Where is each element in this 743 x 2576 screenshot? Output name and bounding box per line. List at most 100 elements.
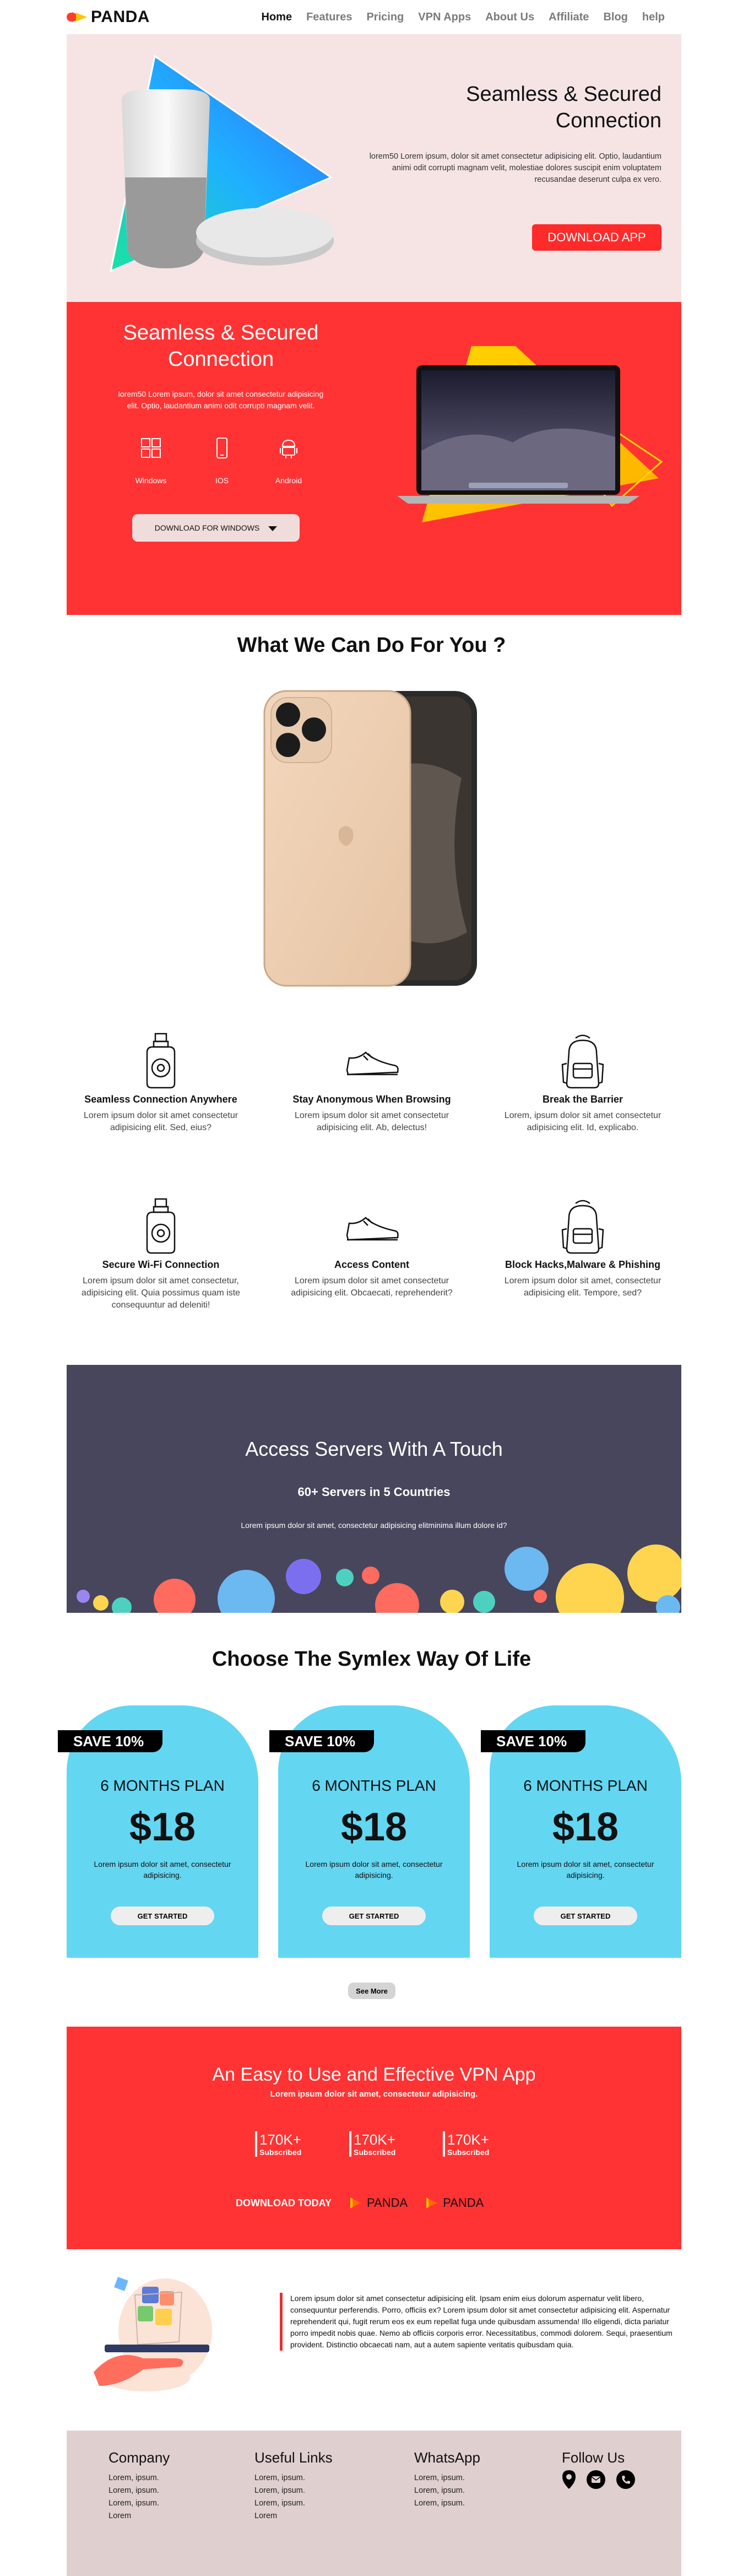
feature-text: Lorem ipsum dolor sit amet consectetur a… xyxy=(83,1111,238,1132)
android-icon xyxy=(280,439,297,458)
footer-column: Company Lorem, ipsum. Lorem, ipsum. Lore… xyxy=(109,2449,170,2523)
save-badge: SAVE 10% xyxy=(58,1730,162,1752)
nav-vpn-apps[interactable]: VPN Apps xyxy=(418,11,471,24)
footer-link[interactable]: Lorem, ipsum. xyxy=(414,2472,480,2485)
save-badge: SAVE 10% xyxy=(481,1730,585,1752)
download-app-button[interactable]: DOWNLOAD APP xyxy=(532,224,661,251)
top-navbar: PANDA Home Features Pricing VPN Apps Abo… xyxy=(67,0,681,34)
plan-text: Lorem ipsum dolor sit amet, consectetur … xyxy=(517,1860,654,1880)
platform-android-label: Android xyxy=(275,476,302,485)
plan-text: Lorem ipsum dolor sit amet, consectetur … xyxy=(94,1860,231,1880)
brand-logo[interactable]: PANDA xyxy=(67,8,150,26)
footer-link[interactable]: Lorem, ipsum. xyxy=(254,2472,333,2485)
stat-label: Subscribed xyxy=(447,2148,490,2157)
store-link[interactable]: PANDA xyxy=(350,2196,408,2210)
platform-windows-label: Windows xyxy=(135,476,167,485)
plan-card: SAVE 10% 6 MONTHS PLAN $18 Lorem ipsum d… xyxy=(58,1705,258,1958)
feature-card: Access Content Lorem ipsum dolor sit ame… xyxy=(281,1196,463,1299)
plan-card: SAVE 10% 6 MONTHS PLAN $18 Lorem ipsum d… xyxy=(481,1705,681,1958)
footer-link[interactable]: Lorem, ipsum. xyxy=(414,2485,480,2497)
perfume-bottle-icon xyxy=(146,1033,176,1089)
nav-blog[interactable]: Blog xyxy=(603,11,627,24)
stat-label: Subscribed xyxy=(259,2148,302,2157)
get-started-button[interactable]: GET STARTED xyxy=(534,1907,637,1925)
platform-android[interactable]: Android xyxy=(267,437,311,485)
store-brand: PANDA xyxy=(367,2196,408,2210)
platform-windows[interactable]: Windows xyxy=(129,437,173,485)
social-icons xyxy=(562,2470,635,2489)
plan-name: 6 MONTHS PLAN xyxy=(100,1777,225,1794)
nav-pricing[interactable]: Pricing xyxy=(366,11,404,24)
stat-label: Subscribed xyxy=(354,2148,396,2157)
location-pin-icon[interactable] xyxy=(562,2470,576,2489)
backpack-icon xyxy=(561,1034,604,1089)
phone-icon[interactable] xyxy=(616,2470,635,2489)
stat-block: 170K+ Subscribed xyxy=(349,2131,395,2157)
footer-column-title: Useful Links xyxy=(254,2449,333,2466)
plan-price: $18 xyxy=(340,1805,408,1849)
nav-affiliate[interactable]: Affiliate xyxy=(549,11,589,24)
footer-link[interactable]: Lorem, ipsum. xyxy=(254,2497,333,2510)
footer-link[interactable]: Lorem, ipsum. xyxy=(109,2472,170,2485)
hero-section: Seamless & Secured Connection lorem50 Lo… xyxy=(67,34,681,302)
hero-text: lorem50 Lorem ipsum, dolor sit amet cons… xyxy=(369,152,661,184)
footer-column: Useful Links Lorem, ipsum. Lorem, ipsum.… xyxy=(254,2449,333,2523)
footer-link[interactable]: Lorem xyxy=(109,2510,170,2523)
cta-title: An Easy to Use and Effective VPN App xyxy=(212,2064,536,2085)
brand-name: PANDA xyxy=(91,8,150,26)
feature-title: Block Hacks,Malware & Phishing xyxy=(505,1259,661,1270)
plan-price: $18 xyxy=(129,1805,196,1849)
footer-column: WhatsApp Lorem, ipsum. Lorem, ipsum. Lor… xyxy=(414,2449,480,2510)
stat-block: 170K+ Subscribed xyxy=(255,2131,301,2157)
feature-text: Lorem, ipsum dolor sit amet consectetur … xyxy=(504,1111,661,1132)
nav-about-us[interactable]: About Us xyxy=(485,11,534,24)
footer-link[interactable]: Lorem, ipsum. xyxy=(109,2485,170,2497)
perfume-bottle-icon xyxy=(146,1198,176,1254)
servers-title: Access Servers With A Touch xyxy=(245,1438,503,1460)
footer-link[interactable]: Lorem, ipsum. xyxy=(254,2485,333,2497)
feature-title: Seamless Connection Anywhere xyxy=(84,1094,237,1105)
follow-us-title: Follow Us xyxy=(562,2449,625,2466)
platform-ios-label: IOS xyxy=(215,476,229,485)
save-badge: SAVE 10% xyxy=(269,1730,374,1752)
sneaker-icon xyxy=(346,1217,399,1241)
feature-text: Lorem ipsum dolor sit amet consectetur, … xyxy=(81,1276,241,1310)
about-text: Lorem ipsum dolor sit amet consectetur a… xyxy=(280,2293,681,2351)
app-cta-section: An Easy to Use and Effective VPN App Lor… xyxy=(67,2027,681,2249)
footer-link[interactable]: Lorem, ipsum. xyxy=(109,2497,170,2510)
follow-us: Follow Us xyxy=(562,2449,625,2472)
plan-card: SAVE 10% 6 MONTHS PLAN $18 Lorem ipsum d… xyxy=(269,1705,470,1958)
nav-links: Home Features Pricing VPN Apps About Us … xyxy=(262,11,681,24)
phone-in-hand-illustration xyxy=(94,2277,212,2391)
stat-block: 170K+ Subscribed xyxy=(443,2131,489,2157)
servers-subtitle: 60+ Servers in 5 Countries xyxy=(297,1485,451,1499)
nav-features[interactable]: Features xyxy=(306,11,352,24)
feature-title: Stay Anonymous When Browsing xyxy=(292,1094,451,1105)
footer-link[interactable]: Lorem, ipsum. xyxy=(414,2497,480,2510)
nav-help[interactable]: help xyxy=(642,11,665,24)
platform-ios[interactable]: IOS xyxy=(200,437,244,485)
stat-value: 170K+ xyxy=(354,2131,395,2148)
footer-column-title: WhatsApp xyxy=(414,2449,480,2466)
feature-card: Seamless Connection Anywhere Lorem ipsum… xyxy=(70,1030,252,1134)
nav-home[interactable]: Home xyxy=(262,11,292,24)
footer-link[interactable]: Lorem xyxy=(254,2510,333,2523)
hero-title: Seamless & Secured Connection xyxy=(466,83,661,132)
panda-logo-icon xyxy=(67,12,87,22)
feature-title: Secure Wi-Fi Connection xyxy=(102,1259,220,1270)
iphone-illustration xyxy=(263,690,477,987)
mail-icon[interactable] xyxy=(587,2470,605,2489)
feature-text: Lorem ipsum dolor sit amet consectetur a… xyxy=(294,1111,449,1132)
plan-name: 6 MONTHS PLAN xyxy=(312,1777,436,1794)
feature-card: Secure Wi-Fi Connection Lorem ipsum dolo… xyxy=(70,1196,252,1311)
caret-down-icon xyxy=(268,526,278,531)
servers-text: Lorem ipsum dolor sit amet, consectetur … xyxy=(241,1521,507,1530)
get-started-button[interactable]: GET STARTED xyxy=(322,1907,426,1925)
store-link[interactable]: PANDA xyxy=(426,2196,484,2210)
download-for-windows-button[interactable]: DOWNLOAD FOR WINDOWS xyxy=(132,514,300,542)
get-started-button[interactable]: GET STARTED xyxy=(111,1907,214,1925)
download-text: lorem50 Lorem ipsum, dolor sit amet cons… xyxy=(118,390,324,410)
backpack-icon xyxy=(561,1200,604,1254)
see-more-button[interactable]: See More xyxy=(348,1983,395,1999)
feature-text: Lorem ipsum dolor sit amet, consectetur … xyxy=(504,1276,661,1298)
